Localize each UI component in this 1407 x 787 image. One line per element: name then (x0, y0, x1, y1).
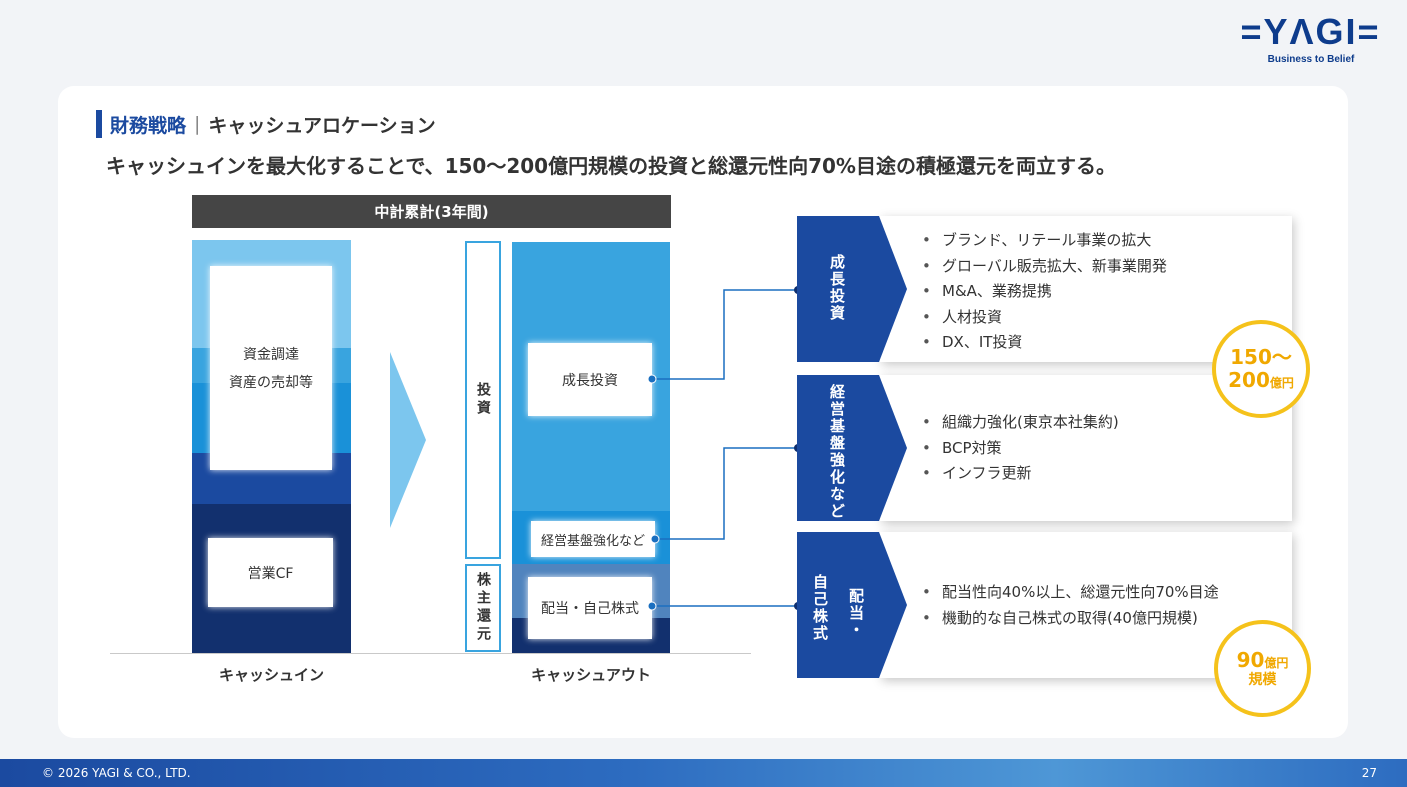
foundation-chevron (797, 375, 907, 521)
returns-heading-col1: 配当・ (847, 588, 865, 639)
copyright: © 2026 YAGI & CO., LTD. (42, 766, 191, 780)
page-number: 27 (1361, 766, 1377, 780)
returns-badge-line2: 規模 (1248, 671, 1277, 688)
returns-amount-badge: 90億円 規模 (1214, 620, 1311, 717)
growth-badge-line1: 150～ (1230, 345, 1292, 369)
returns-heading-col2: 自己株式 (811, 574, 829, 642)
growth-list: ブランド、リテール事業の拡大 グローバル販売拡大、新事業開発 M&A、業務提携 … (922, 228, 1167, 356)
growth-badge-unit: 億円 (1269, 376, 1294, 390)
list-item: 人材投資 (922, 305, 1167, 331)
returns-badge-number: 90 (1236, 647, 1265, 672)
footer: © 2026 YAGI & CO., LTD. 27 (0, 759, 1407, 787)
returns-badge-unit: 億円 (1264, 655, 1289, 670)
list-item: インフラ更新 (922, 461, 1119, 487)
list-item: M&A、業務提携 (922, 279, 1167, 305)
list-item: DX、IT投資 (922, 330, 1167, 356)
growth-badge-number: 200 (1228, 368, 1270, 392)
growth-amount-badge: 150～ 200億円 (1212, 320, 1310, 418)
foundation-heading: 経営基盤強化など (828, 384, 846, 520)
list-item: 機動的な自己株式の取得(40億円規模) (922, 606, 1219, 632)
list-item: 組織力強化(東京本社集約) (922, 410, 1119, 436)
growth-heading: 成長投資 (828, 254, 846, 322)
list-item: 配当性向40%以上、総還元性向70%目途 (922, 580, 1219, 606)
list-item: ブランド、リテール事業の拡大 (922, 228, 1167, 254)
list-item: グローバル販売拡大、新事業開発 (922, 254, 1167, 280)
list-item: BCP対策 (922, 436, 1119, 462)
returns-list: 配当性向40%以上、総還元性向70%目途 機動的な自己株式の取得(40億円規模) (922, 580, 1219, 631)
growth-chevron (797, 216, 907, 362)
foundation-list: 組織力強化(東京本社集約) BCP対策 インフラ更新 (922, 410, 1119, 487)
